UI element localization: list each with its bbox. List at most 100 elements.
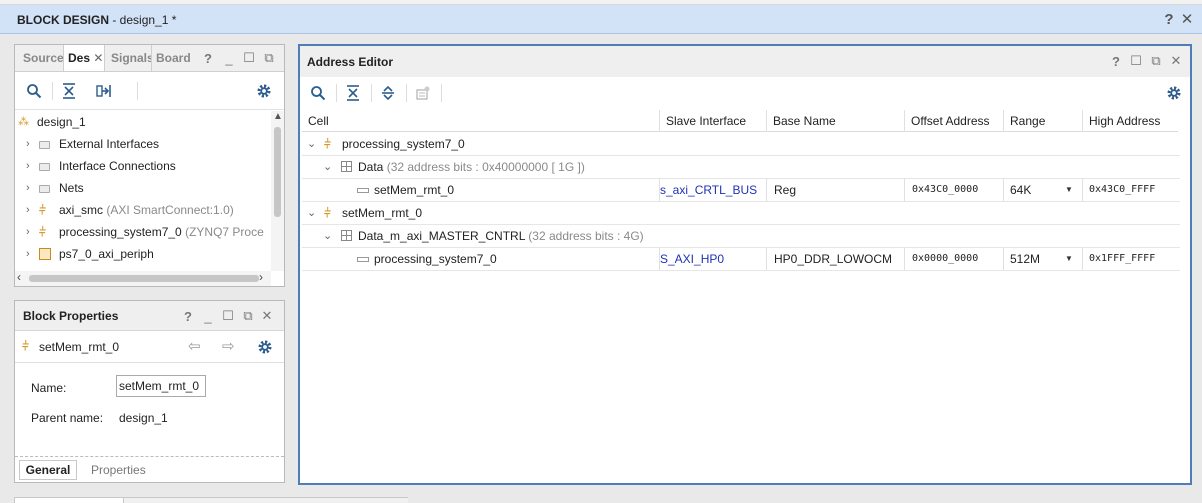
back-arrow-icon[interactable]: ⇦ [188,337,201,355]
hierarchy-icon: ⁂ [18,116,29,128]
chevron-down-icon[interactable]: ▼ [1065,254,1073,263]
ip-icon: ⫩ [324,206,331,220]
column-header-cell[interactable]: Cell [302,110,660,132]
tab-sources[interactable]: Source [23,45,63,71]
question-icon[interactable]: ? [1109,53,1123,69]
ip-icon: ⫩ [22,339,29,353]
sources-panel: Source Des ✕ Signals Board ? _ ☐ ⧉ ⁂ des… [14,44,285,287]
expand-icon[interactable] [95,82,113,100]
maximize-icon[interactable]: ☐ [221,308,235,324]
column-header-high-address[interactable]: High Address [1083,110,1178,132]
address-editor-panel: Address Editor ? ☐ ⧉ ✕ Cell Slave Interf… [298,44,1192,485]
slave-interface-link[interactable]: s_axi_CRTL_BUS [660,179,766,201]
search-icon[interactable] [309,84,327,102]
close-icon[interactable]: ✕ [1169,53,1183,69]
float-icon[interactable]: ⧉ [1149,53,1163,69]
chevron-down-icon[interactable]: ⌄ [307,133,316,155]
bottom-tab-partial[interactable] [124,497,408,503]
tab-board[interactable]: Board [151,45,195,71]
chevron-right-icon[interactable]: › [26,243,30,265]
close-icon[interactable]: ✕ [1179,10,1195,28]
maximize-icon[interactable]: ☐ [1129,53,1143,69]
address-editor-toolbar [300,77,1190,109]
folder-icon [39,133,50,155]
block-properties-header: Block Properties ? _ ☐ ⧉ ✕ [15,301,284,331]
offset-address[interactable]: 0x0000_0000 [912,248,978,270]
range-value[interactable]: 64K [1010,179,1031,201]
column-header-range[interactable]: Range [1004,110,1083,132]
table-row[interactable]: ⌄ Data (32 address bits : 0x40000000 [ 1… [302,156,1180,179]
collapse-all-icon[interactable] [60,82,78,100]
scrollbar-thumb[interactable] [274,127,281,217]
tab-design[interactable]: Des ✕ [63,45,105,71]
expand-all-icon[interactable] [379,84,397,102]
tab-signals[interactable]: Signals [111,45,151,71]
tree-horizontal-scrollbar[interactable]: ‹ › [15,270,271,286]
base-name: HP0_DDR_LOWOCM [774,252,893,266]
search-icon[interactable] [25,82,43,100]
cell-name: processing_system7_0 [374,252,497,266]
forward-arrow-icon[interactable]: ⇨ [222,337,235,355]
chevron-right-icon[interactable]: › [26,199,30,221]
table-row[interactable]: ⌄ ⫩ processing_system7_0 [302,133,1180,156]
chevron-down-icon[interactable]: ⌄ [323,225,332,247]
chevron-down-icon[interactable]: ⌄ [307,202,316,224]
tree-vertical-scrollbar[interactable]: ▲ [271,111,284,271]
gear-icon[interactable] [1165,84,1183,102]
range-value[interactable]: 512M [1010,248,1040,270]
address-editor-title: Address Editor [307,55,394,69]
auto-assign-address-icon[interactable] [414,84,432,102]
ip-icon: ⫩ [324,137,331,151]
name-field[interactable] [116,375,206,397]
block-properties-title: Block Properties [23,309,119,323]
address-table-header: Cell Slave Interface Base Name Offset Ad… [302,110,1178,132]
chevron-right-icon[interactable]: › [26,155,30,177]
folder-icon [39,155,50,177]
collapse-all-icon[interactable] [344,84,362,102]
column-header-slave-interface[interactable]: Slave Interface [660,110,767,132]
cell-name: Data_m_axi_MASTER_CNTRL [358,229,525,243]
tab-properties[interactable]: Properties [91,463,146,477]
close-icon[interactable]: ✕ [260,308,274,324]
maximize-icon[interactable]: ☐ [242,50,256,66]
bottom-tab-partial[interactable] [14,497,124,503]
table-row[interactable]: processing_system7_0 S_AXI_HP0 HP0_DDR_L… [302,248,1180,271]
gear-icon[interactable] [256,338,274,356]
minimize-icon[interactable]: _ [201,308,215,324]
chevron-down-icon[interactable]: ▼ [1065,185,1073,194]
high-address: 0x43C0_FFFF [1089,184,1156,195]
chevron-right-icon[interactable]: › [26,177,30,199]
gear-icon[interactable] [255,82,273,100]
chevron-down-icon[interactable]: ⌄ [323,156,332,178]
question-icon[interactable]: ? [181,308,195,324]
question-icon[interactable]: ? [1161,10,1177,28]
tab-close-icon[interactable]: ✕ [93,51,103,65]
sources-tab-row: Source Des ✕ Signals Board ? _ ☐ ⧉ [15,45,284,72]
offset-address[interactable]: 0x43C0_0000 [912,179,978,201]
cell-extra: (32 address bits : 0x40000000 [ 1G ]) [383,160,585,174]
scrollbar-thumb[interactable] [29,275,259,282]
window-title-rest: - design_1 * [109,13,177,27]
table-row[interactable]: setMem_rmt_0 s_axi_CRTL_BUS Reg 0x43C0_0… [302,179,1180,202]
float-icon[interactable]: ⧉ [262,50,276,66]
table-row[interactable]: ⌄ Data_m_axi_MASTER_CNTRL (32 address bi… [302,225,1180,248]
segment-icon [357,257,369,262]
chevron-right-icon[interactable]: › [26,133,30,155]
table-row[interactable]: ⌄ ⫩ setMem_rmt_0 [302,202,1180,225]
chevron-right-icon[interactable]: › [26,221,30,243]
column-header-base-name[interactable]: Base Name [767,110,905,132]
base-name: Reg [774,183,797,197]
parent-name-value: design_1 [119,411,168,425]
window-title: BLOCK DESIGN - design_1 * [17,13,176,27]
parent-name-label: Parent name: [31,411,104,425]
float-icon[interactable]: ⧉ [241,308,255,324]
slave-interface-link[interactable]: S_AXI_HP0 [660,248,766,270]
address-editor-header: Address Editor ? ☐ ⧉ ✕ [300,46,1190,77]
tab-general[interactable]: General [19,460,77,480]
minimize-icon[interactable]: _ [222,50,236,66]
column-header-offset-address[interactable]: Offset Address [905,110,1004,132]
question-icon[interactable]: ? [201,50,215,66]
segment-icon [357,188,369,193]
cell-name: Data [358,160,384,174]
address-table-body: ⌄ ⫩ processing_system7_0 ⌄ Data (32 addr… [302,133,1180,333]
